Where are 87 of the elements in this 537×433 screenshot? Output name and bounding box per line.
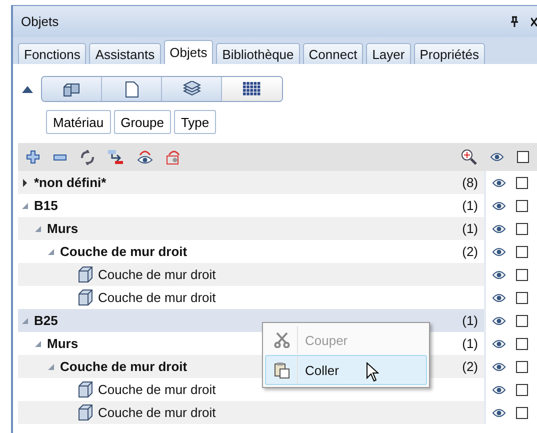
- collapse-icon[interactable]: [22, 86, 33, 92]
- tree-label: Couche de mur droit: [60, 244, 188, 259]
- eye-icon[interactable]: [492, 338, 506, 348]
- move-icon[interactable]: [108, 149, 124, 165]
- eye-icon[interactable]: [490, 152, 504, 162]
- menu-item[interactable]: Coller: [265, 355, 427, 385]
- tree-row[interactable]: Murs (1): [18, 217, 484, 240]
- item-count: (2): [462, 359, 478, 374]
- tree-row[interactable]: *non défini* (8): [18, 171, 484, 194]
- collapse-arrow-icon[interactable]: [34, 340, 42, 348]
- collapse-arrow-icon[interactable]: [47, 362, 55, 370]
- checkbox[interactable]: [516, 176, 528, 188]
- item-count: (8): [462, 175, 478, 190]
- scissors-icon: [274, 332, 290, 348]
- view-button[interactable]: [42, 77, 102, 101]
- item-count: (2): [462, 244, 478, 259]
- clipboard-icon: [274, 362, 290, 378]
- tree-label: Couche de mur droit: [98, 290, 216, 305]
- zoom-icon[interactable]: [461, 149, 477, 165]
- collapse-arrow-icon[interactable]: [47, 248, 55, 256]
- tab[interactable]: Bibliothèque: [216, 43, 300, 64]
- filter-button[interactable]: Matériau: [46, 110, 111, 134]
- checkbox[interactable]: [516, 338, 528, 350]
- tab[interactable]: Assistants: [89, 43, 161, 64]
- mouse-cursor-icon: [366, 362, 379, 382]
- tab[interactable]: Propriétés: [414, 43, 485, 64]
- checkbox[interactable]: [516, 292, 528, 304]
- tree-label: Couche de mur droit: [60, 359, 188, 374]
- minus-icon[interactable]: [53, 154, 67, 160]
- wall-layer-icon: [77, 381, 94, 398]
- checkbox[interactable]: [516, 360, 528, 372]
- tree-label: Murs: [47, 336, 78, 351]
- tree-row[interactable]: Couche de mur droit: [18, 401, 484, 424]
- tree-label: B15: [34, 198, 58, 213]
- eye-icon[interactable]: [492, 362, 506, 372]
- layers-icon: [182, 81, 200, 97]
- checkbox[interactable]: [516, 384, 528, 396]
- view-button[interactable]: [222, 77, 282, 101]
- eye-icon[interactable]: [492, 316, 506, 326]
- eye-icon[interactable]: [492, 384, 506, 394]
- refresh-icon[interactable]: [80, 150, 95, 164]
- item-count: (1): [462, 313, 478, 328]
- view-button[interactable]: [102, 77, 162, 101]
- wall-layer-icon: [77, 289, 94, 306]
- checkbox[interactable]: [517, 151, 529, 163]
- eye-icon[interactable]: [492, 200, 506, 210]
- close-icon[interactable]: [531, 16, 537, 26]
- tree-label: Couche de mur droit: [98, 267, 216, 282]
- tree-label: *non défini*: [34, 175, 106, 190]
- blocks-icon: [62, 81, 80, 97]
- checkbox[interactable]: [516, 268, 528, 280]
- tab[interactable]: Fonctions: [18, 43, 86, 64]
- wall-layer-icon: [77, 266, 94, 283]
- view-button[interactable]: [162, 77, 222, 101]
- checkbox[interactable]: [516, 222, 528, 234]
- collapse-arrow-icon[interactable]: [21, 202, 29, 210]
- item-count: (1): [462, 336, 478, 351]
- tree-label: Couche de mur droit: [98, 382, 216, 397]
- filter-button[interactable]: Type: [174, 110, 216, 134]
- collapse-arrow-icon[interactable]: [34, 224, 42, 232]
- wall-layer-icon: [77, 404, 94, 421]
- tab[interactable]: Layer: [366, 43, 411, 64]
- expand-arrow-icon[interactable]: [21, 178, 29, 186]
- eye-icon[interactable]: [492, 408, 506, 418]
- page-icon: [124, 80, 138, 98]
- tab[interactable]: Connect: [302, 43, 364, 64]
- checkbox[interactable]: [516, 200, 528, 212]
- eye-icon[interactable]: [492, 270, 506, 280]
- filter-button[interactable]: Groupe: [114, 110, 171, 134]
- checkbox[interactable]: [516, 314, 528, 326]
- plus-icon[interactable]: [26, 150, 40, 164]
- tree-row[interactable]: Couche de mur droit: [18, 263, 484, 286]
- pin-icon[interactable]: [510, 16, 519, 28]
- tree-label: Murs: [47, 221, 78, 236]
- window-title: Objets: [21, 14, 60, 29]
- item-count: (1): [462, 221, 478, 236]
- eye-icon[interactable]: [492, 246, 506, 256]
- checkbox[interactable]: [516, 406, 528, 418]
- eye-icon[interactable]: [492, 224, 506, 234]
- item-count: (1): [462, 198, 478, 213]
- grid-icon: [243, 82, 261, 96]
- checkbox[interactable]: [516, 246, 528, 258]
- eye-icon[interactable]: [492, 292, 506, 302]
- tab[interactable]: Objets: [164, 40, 214, 64]
- tree-label: Couche de mur droit: [98, 405, 216, 420]
- tree-label: B25: [34, 313, 58, 328]
- eye-icon[interactable]: [492, 178, 506, 188]
